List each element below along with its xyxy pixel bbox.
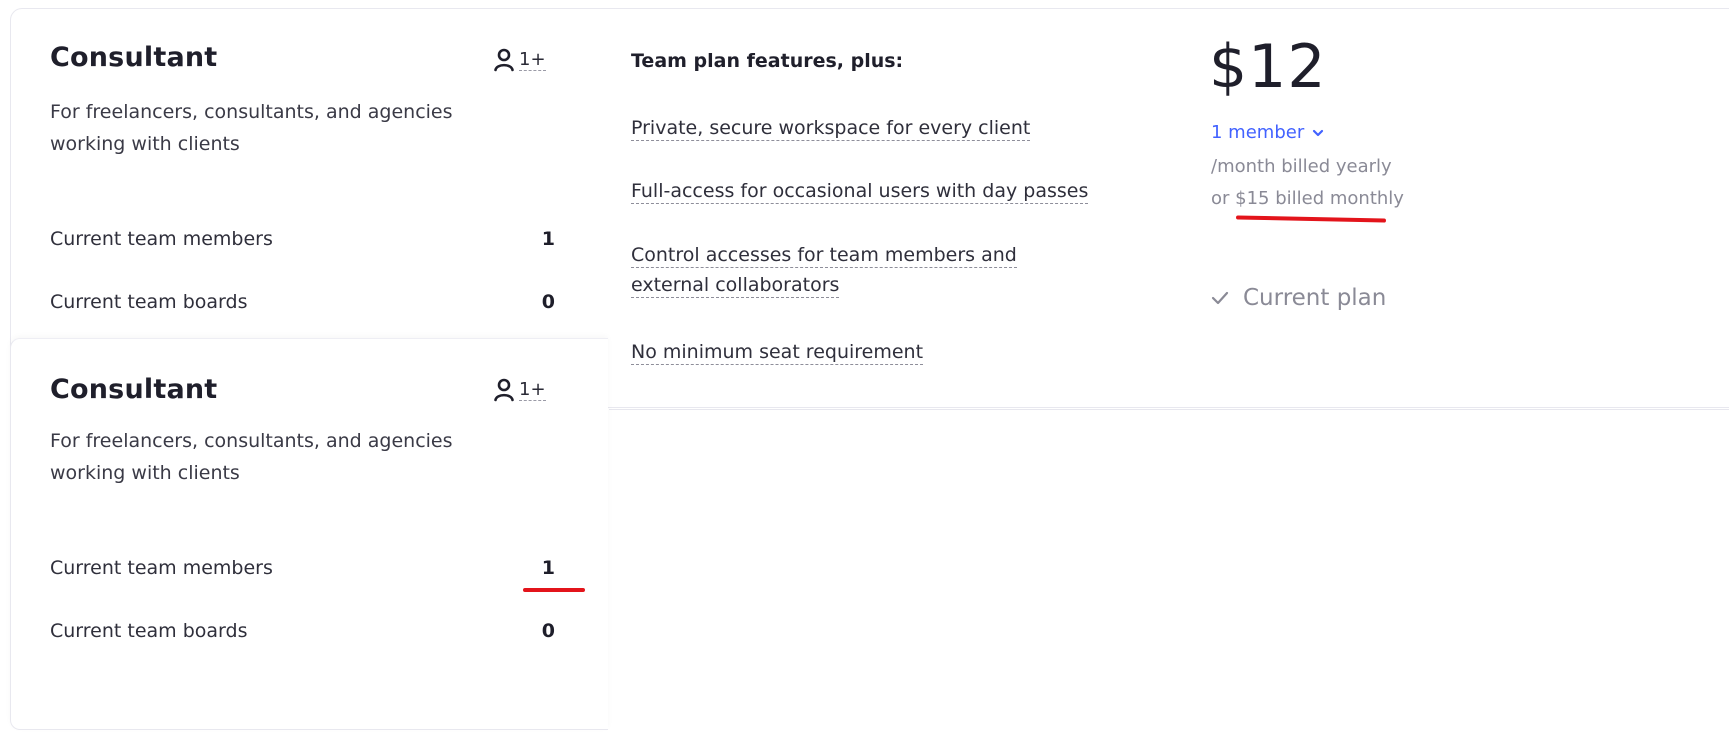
stat-label: Current team members [50,228,273,250]
plan-description: For freelancers, consultants, and agenci… [50,101,453,155]
stat-label: Current team boards [50,291,248,313]
current-plan-status: Current plan [1211,285,1386,311]
stat-value: 1 [541,557,555,579]
billing-yearly: /month billed yearly [1211,156,1392,177]
billing-monthly: or $15 billed monthly [1211,188,1404,209]
seat-indicator[interactable]: 1+ [493,378,546,402]
member-select-label: 1 member [1211,122,1305,143]
check-icon [1211,285,1229,311]
person-icon [493,378,515,402]
feature-item[interactable]: Control accesses for team members and ex… [631,240,1071,300]
annotation-underline [523,588,585,592]
plan-description: For freelancers, consultants, and agenci… [50,430,453,484]
feature-item[interactable]: Full-access for occasional users with da… [631,176,1089,206]
feature-item[interactable]: Private, secure workspace for every clie… [631,113,1031,143]
member-select[interactable]: 1 member [1211,122,1324,143]
seat-count: 1+ [519,378,546,401]
stat-row-members: Current team members 1 [50,557,555,579]
seat-indicator[interactable]: 1+ [493,48,546,72]
stat-label: Current team members [50,557,273,579]
current-plan-label: Current plan [1243,285,1387,311]
feature-item[interactable]: No minimum seat requirement [631,337,924,367]
stat-row-boards: Current team boards 0 [50,291,555,313]
stat-value: 0 [541,620,555,642]
stat-label: Current team boards [50,620,248,642]
plan-name: Consultant [50,374,218,405]
person-icon [493,48,515,72]
price: $12 [1209,32,1327,102]
stat-row-boards: Current team boards 0 [50,620,555,642]
plan-name: Consultant [50,42,218,73]
seat-count: 1+ [519,48,546,71]
features-heading: Team plan features, plus: [631,50,904,72]
stat-value: 1 [541,228,555,250]
stat-row-members: Current team members 1 [50,228,555,250]
chevron-down-icon [1312,122,1324,143]
divider [609,409,1729,410]
stat-value: 0 [541,291,555,313]
